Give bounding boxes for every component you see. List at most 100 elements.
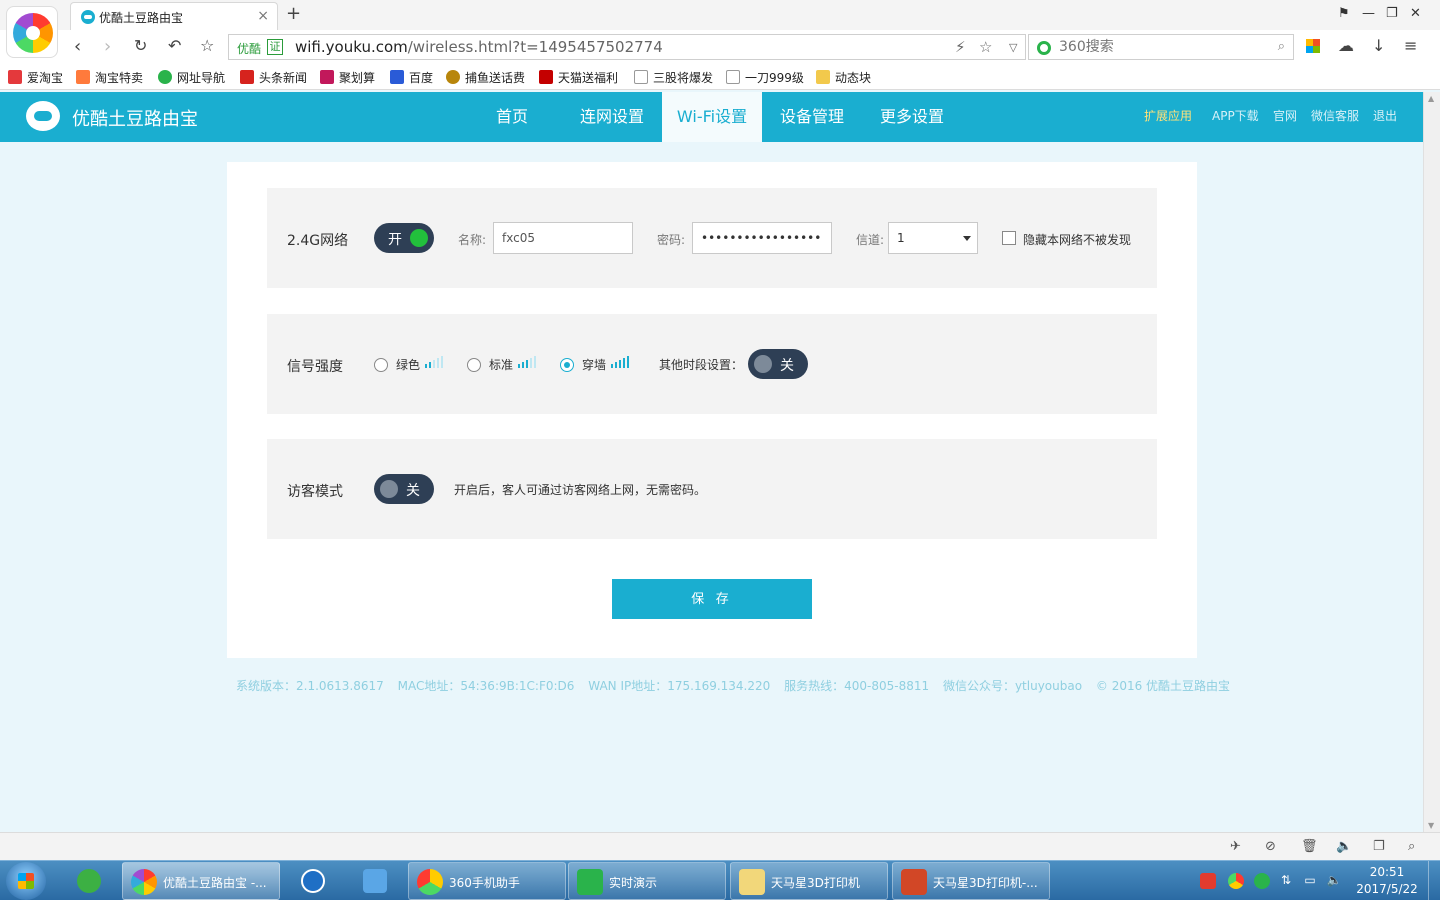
signal-bar <box>534 356 536 368</box>
favorite-star-icon[interactable]: ☆ <box>200 36 214 55</box>
start-button-icon[interactable] <box>6 862 46 900</box>
security-guard-icon[interactable] <box>1254 873 1270 889</box>
signal-label-standard[interactable]: 标准 <box>489 356 513 373</box>
new-tab-button[interactable]: + <box>286 3 301 24</box>
link-official-site[interactable]: 官网 <box>1273 107 1297 124</box>
address-bar[interactable]: 优酷 证 wifi.youku.com/wireless.html?t=1495… <box>228 34 1026 60</box>
bookmark-item[interactable]: 捕鱼送话费 <box>446 69 525 86</box>
ssid-input[interactable] <box>493 222 633 254</box>
show-desktop-button[interactable] <box>1428 861 1440 900</box>
sogou-ime-icon[interactable] <box>1200 873 1216 889</box>
hide-network-checkbox[interactable] <box>1002 231 1016 245</box>
hide-network-label[interactable]: 隐藏本网络不被发现 <box>1023 231 1131 248</box>
360-browser-logo-icon[interactable] <box>6 6 58 58</box>
signal-bar <box>429 362 431 368</box>
signal-label-green[interactable]: 绿色 <box>396 356 420 373</box>
guest-mode-description: 开启后，客人可通过访客网络上网，无需密码。 <box>454 483 707 497</box>
close-window-icon[interactable]: ✕ <box>1410 6 1421 21</box>
refresh-icon[interactable]: ↻ <box>134 36 147 55</box>
bookmark-item[interactable]: 动态块 <box>816 69 871 86</box>
signal-bar <box>518 364 520 368</box>
volume-icon[interactable]: 🔈 <box>1326 873 1342 889</box>
search-input[interactable] <box>1059 38 1259 56</box>
app-header: 优酷土豆路由宝 首页 连网设置 Wi-Fi设置 设备管理 更多设置 扩展应用 A… <box>0 92 1423 142</box>
bookmark-item[interactable]: 淘宝特卖 <box>76 69 143 86</box>
back-icon[interactable]: ‹ <box>74 36 81 57</box>
pin-icon[interactable]: ✈ <box>1230 839 1241 854</box>
bookmark-item[interactable]: 头条新闻 <box>240 69 307 86</box>
undo-close-icon[interactable]: ↶ <box>168 36 181 55</box>
taskbar-clock[interactable]: 20:51 2017/5/22 <box>1356 864 1418 898</box>
vertical-scrollbar[interactable]: ▲ ▼ <box>1423 92 1440 832</box>
bookmark-item[interactable]: 聚划算 <box>320 69 375 86</box>
bookmark-item[interactable]: 网址导航 <box>158 69 225 86</box>
bookmark-star-icon[interactable]: ☆ <box>979 38 992 56</box>
wifi-24g-toggle[interactable]: 开 <box>374 223 434 253</box>
menu-icon[interactable]: ≡ <box>1404 36 1417 55</box>
browser-tab[interactable]: 优酷土豆路由宝 × <box>70 2 278 30</box>
bookmark-item[interactable]: 天猫送福利 <box>539 69 618 86</box>
nav-wifi[interactable]: Wi-Fi设置 <box>662 92 762 142</box>
scroll-down-icon[interactable]: ▼ <box>1428 821 1434 830</box>
signal-radio-green[interactable] <box>374 358 388 372</box>
channel-select[interactable]: 1 <box>888 222 978 254</box>
360-assistant-icon <box>417 869 443 895</box>
bookmark-item[interactable]: 百度 <box>390 69 433 86</box>
action-center-icon[interactable]: ▭ <box>1302 873 1318 889</box>
speed-mode-icon[interactable]: ⚡ <box>955 38 966 56</box>
scroll-up-icon[interactable]: ▲ <box>1428 94 1434 103</box>
guest-mode-toggle[interactable]: 关 <box>374 474 434 504</box>
clear-trash-icon[interactable]: 🗑 <box>1301 839 1318 854</box>
nav-home[interactable]: 首页 <box>472 92 552 142</box>
zoom-icon[interactable]: ⌕ <box>1408 839 1415 854</box>
nav-devices[interactable]: 设备管理 <box>762 92 862 142</box>
download-icon[interactable]: ↓ <box>1372 36 1385 55</box>
bookmark-item[interactable]: 三股将爆发 <box>634 69 713 86</box>
signal-label-wall[interactable]: 穿墙 <box>582 356 606 373</box>
address-dropdown-icon[interactable]: ▽ <box>1009 41 1017 54</box>
signal-bar <box>441 356 443 368</box>
bookmark-item[interactable]: 爱淘宝 <box>8 69 63 86</box>
link-app-download[interactable]: APP下载 <box>1212 107 1259 124</box>
bookmark-item[interactable]: 一刀999级 <box>726 69 804 86</box>
link-logout[interactable]: 退出 <box>1373 107 1397 124</box>
network-status-icon[interactable]: ⇅ <box>1278 873 1294 889</box>
mac-address: MAC地址：54:36:9B:1C:F0:D6 <box>397 679 575 693</box>
search-icon[interactable]: ⌕ <box>1278 39 1285 54</box>
forward-icon[interactable]: › <box>104 36 111 57</box>
other-time-toggle[interactable]: 关 <box>748 349 808 379</box>
taskbar-task[interactable]: 360手机助手 <box>408 862 566 900</box>
restore-icon[interactable]: ❐ <box>1386 6 1398 21</box>
cert-badge-icon[interactable]: 证 <box>267 39 283 55</box>
wechat-account: 微信公众号：ytluyoubao <box>942 679 1083 693</box>
signal-strength-icon <box>425 356 449 368</box>
page-icon <box>726 70 740 84</box>
nav-network[interactable]: 连网设置 <box>562 92 662 142</box>
nav-more[interactable]: 更多设置 <box>862 92 962 142</box>
taobao-icon <box>76 70 90 84</box>
url-text[interactable]: wifi.youku.com/wireless.html?t=149545750… <box>295 38 663 56</box>
taskbar-task[interactable]: 实时演示 <box>568 862 726 900</box>
sound-icon[interactable]: 🔈 <box>1336 839 1352 854</box>
taskbar-task[interactable]: 优酷土豆路由宝 -... <box>122 862 280 900</box>
signal-radio-wall[interactable] <box>560 358 574 372</box>
password-input[interactable] <box>692 222 832 254</box>
pinned-app[interactable] <box>66 864 112 898</box>
pinned-app[interactable] <box>290 864 336 898</box>
tab-close-icon[interactable]: × <box>257 8 269 24</box>
link-extensions[interactable]: 扩展应用 <box>1144 107 1192 124</box>
minimize-icon[interactable]: — <box>1362 6 1375 21</box>
pinned-app[interactable] <box>352 864 398 898</box>
apps-grid-icon[interactable] <box>1306 39 1320 53</box>
cloud-icon[interactable]: ☁ <box>1338 36 1354 55</box>
search-box[interactable]: ⌕ <box>1028 34 1294 60</box>
taskbar-task[interactable]: 天马星3D打印机 <box>730 862 888 900</box>
signal-radio-standard[interactable] <box>467 358 481 372</box>
360-tray-icon[interactable] <box>1228 873 1244 889</box>
taskbar-task[interactable]: 天马星3D打印机-... <box>892 862 1050 900</box>
skin-icon[interactable]: ⚑ <box>1338 6 1350 21</box>
window-icon[interactable]: ❐ <box>1373 839 1385 854</box>
save-button[interactable]: 保 存 <box>612 579 812 619</box>
accelerate-icon[interactable]: ⊘ <box>1265 839 1276 854</box>
link-wechat-service[interactable]: 微信客服 <box>1311 107 1359 124</box>
